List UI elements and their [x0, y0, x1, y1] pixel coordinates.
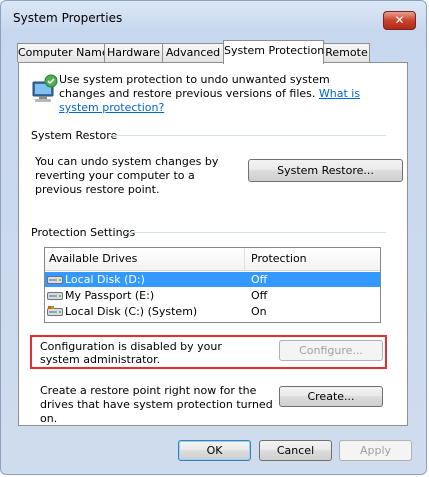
drive-protection: Off: [251, 289, 268, 302]
hard-drive-icon: [47, 292, 63, 300]
system-restore-button[interactable]: System Restore...: [248, 159, 403, 182]
column-separator: [244, 248, 245, 270]
tab-panel: [18, 62, 408, 426]
drive-name: Local Disk (C:) (System): [65, 305, 198, 318]
intro-text: Use system protection to undo unwanted s…: [59, 73, 330, 100]
title-bar[interactable]: System Properties ✕: [1, 1, 426, 31]
system-drive-icon: [47, 306, 63, 316]
column-header-available-drives[interactable]: Available Drives: [49, 252, 137, 265]
tab-advanced[interactable]: Advanced: [162, 43, 224, 62]
protection-settings-group-label: Protection Settings: [31, 226, 136, 239]
drives-list-header: Available Drives Protection: [45, 248, 380, 271]
close-icon: ✕: [394, 13, 405, 27]
tab-computer-name[interactable]: Computer Name: [17, 43, 109, 62]
close-button[interactable]: ✕: [383, 11, 416, 30]
configure-button[interactable]: Configure...: [279, 340, 383, 361]
hard-drive-icon: [47, 276, 63, 284]
system-protection-icon: [32, 74, 58, 102]
drive-row-c[interactable]: Local Disk (C:) (System) On: [45, 304, 380, 319]
intro-text-block: Use system protection to undo unwanted s…: [59, 73, 379, 115]
system-properties-window: System Properties ✕ Computer Name Hardwa…: [0, 0, 427, 475]
system-restore-description: You can undo system changes by reverting…: [35, 155, 219, 196]
drive-row-e[interactable]: My Passport (E:) Off: [45, 288, 380, 303]
create-button[interactable]: Create...: [279, 386, 383, 407]
column-header-protection[interactable]: Protection: [251, 252, 307, 265]
configuration-disabled-message: Configuration is disabled by your system…: [40, 340, 222, 366]
drive-protection: Off: [251, 273, 268, 286]
tab-hardware[interactable]: Hardware: [104, 43, 163, 62]
ok-button[interactable]: OK: [178, 440, 251, 461]
protection-settings-divider: [126, 232, 386, 233]
drives-list[interactable]: Available Drives Protection Local Disk (…: [44, 247, 381, 323]
window-title: System Properties: [13, 11, 123, 25]
drive-name: Local Disk (D:): [64, 272, 146, 287]
tab-system-protection[interactable]: System Protection: [223, 40, 324, 64]
drive-name: My Passport (E:): [65, 289, 155, 302]
drive-row-d[interactable]: Local Disk (D:) Off: [45, 272, 380, 287]
system-restore-group-label: System Restore: [31, 129, 118, 142]
system-restore-divider: [111, 135, 386, 136]
create-restore-point-text: Create a restore point right now for the…: [40, 384, 273, 425]
apply-button[interactable]: Apply: [339, 440, 412, 461]
drive-protection: On: [251, 305, 267, 318]
tab-remote[interactable]: Remote: [323, 43, 370, 62]
cancel-button[interactable]: Cancel: [259, 440, 332, 461]
